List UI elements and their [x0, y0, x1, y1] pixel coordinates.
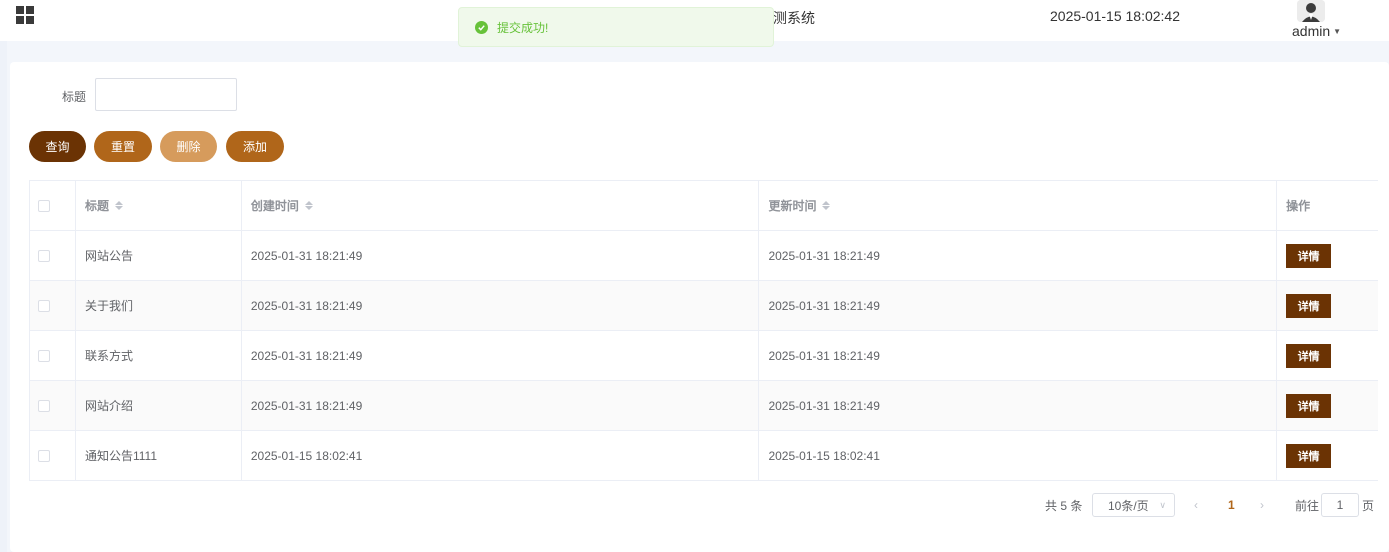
user-menu[interactable]: admin ▼: [1292, 23, 1341, 39]
row-checkbox[interactable]: [38, 299, 50, 312]
success-toast: 提交成功!: [458, 7, 774, 47]
table-row: 关于我们 2025-01-31 18:21:49 2025-01-31 18:2…: [30, 281, 1378, 331]
goto-suffix: 页: [1362, 498, 1375, 513]
table-row: 联系方式 2025-01-31 18:21:49 2025-01-31 18:2…: [30, 331, 1378, 381]
current-datetime: 2025-01-15 18:02:42: [1050, 8, 1180, 24]
cell-created: 2025-01-31 18:21:49: [242, 231, 760, 280]
pagination-total: 共 5 条: [1045, 498, 1083, 513]
user-avatar[interactable]: [1297, 0, 1325, 22]
sidebar-edge: [0, 41, 7, 552]
cell-created: 2025-01-31 18:21:49: [242, 281, 760, 330]
search-title-input[interactable]: [95, 78, 237, 111]
toast-message: 提交成功!: [497, 20, 549, 35]
search-title-label: 标题: [62, 90, 87, 104]
cell-updated: 2025-01-31 18:21:49: [759, 331, 1278, 380]
add-button[interactable]: 添加: [226, 131, 284, 162]
cell-updated: 2025-01-31 18:21:49: [759, 231, 1278, 280]
column-header-actions: 操作: [1286, 199, 1311, 213]
cell-title: 联系方式: [76, 331, 242, 380]
cell-updated: 2025-01-31 18:21:49: [759, 381, 1278, 430]
column-header-title[interactable]: 标题: [76, 181, 242, 230]
column-header-updated[interactable]: 更新时间: [759, 181, 1278, 230]
data-table: 标题 创建时间 更新时间 操作 网站公告 2025-01-31 18:21:49…: [29, 180, 1378, 481]
sort-icon[interactable]: [114, 201, 123, 210]
page-size-select[interactable]: 10条/页 ∨: [1092, 493, 1175, 517]
cell-updated: 2025-01-15 18:02:41: [759, 431, 1278, 480]
table-row: 通知公告1111 2025-01-15 18:02:41 2025-01-15 …: [30, 431, 1378, 481]
delete-button[interactable]: 删除: [160, 131, 217, 162]
detail-button[interactable]: 详情: [1286, 293, 1332, 318]
table-row: 网站介绍 2025-01-31 18:21:49 2025-01-31 18:2…: [30, 381, 1378, 431]
detail-button[interactable]: 详情: [1286, 443, 1332, 468]
detail-button[interactable]: 详情: [1286, 393, 1332, 418]
chevron-down-icon: ∨: [1159, 499, 1166, 510]
table-header-row: 标题 创建时间 更新时间 操作: [30, 181, 1378, 231]
cell-updated: 2025-01-31 18:21:49: [759, 281, 1278, 330]
select-all-checkbox[interactable]: [38, 199, 50, 212]
reset-button[interactable]: 重置: [94, 131, 152, 162]
cell-title: 通知公告1111: [76, 431, 242, 480]
chevron-down-icon: ▼: [1333, 26, 1342, 36]
goto-page-input[interactable]: [1321, 493, 1359, 517]
page-size-value: 10条/页: [1108, 498, 1149, 513]
next-page-icon[interactable]: ›: [1260, 493, 1264, 517]
sort-icon[interactable]: [822, 201, 831, 210]
cell-created: 2025-01-31 18:21:49: [242, 381, 760, 430]
query-button[interactable]: 查询: [29, 131, 86, 162]
prev-page-icon[interactable]: ‹: [1194, 493, 1198, 517]
column-header-created[interactable]: 创建时间: [242, 181, 760, 230]
current-page-number[interactable]: 1: [1228, 493, 1235, 517]
detail-button[interactable]: 详情: [1286, 243, 1332, 268]
row-checkbox[interactable]: [38, 249, 50, 262]
cell-created: 2025-01-31 18:21:49: [242, 331, 760, 380]
row-checkbox[interactable]: [38, 349, 50, 362]
detail-button[interactable]: 详情: [1286, 343, 1332, 368]
row-checkbox[interactable]: [38, 449, 50, 462]
system-title: 测系统: [773, 10, 815, 26]
username: admin: [1292, 23, 1331, 39]
row-checkbox[interactable]: [38, 399, 50, 412]
cell-title: 网站介绍: [76, 381, 242, 430]
sort-icon[interactable]: [304, 201, 313, 210]
goto-label: 前往: [1295, 498, 1320, 513]
cell-created: 2025-01-15 18:02:41: [242, 431, 760, 480]
check-circle-icon: [475, 20, 488, 34]
cell-title: 关于我们: [76, 281, 242, 330]
cell-title: 网站公告: [76, 231, 242, 280]
menu-grid-icon[interactable]: [16, 6, 34, 24]
table-row: 网站公告 2025-01-31 18:21:49 2025-01-31 18:2…: [30, 231, 1378, 281]
